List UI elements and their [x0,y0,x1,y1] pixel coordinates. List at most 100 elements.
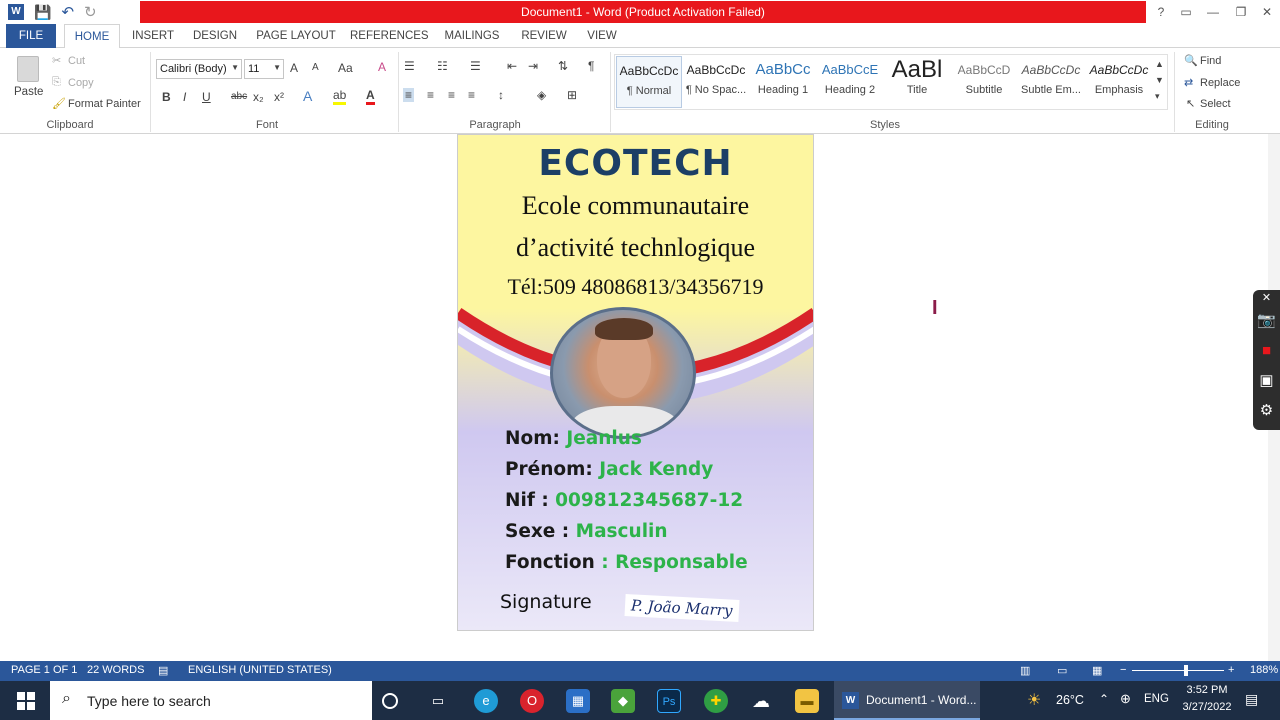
tab-home[interactable]: HOME [64,24,120,49]
word-count[interactable]: 22 WORDS [87,664,144,676]
text-effects-icon[interactable]: A [303,88,312,104]
font-name-select[interactable]: Calibri (Body) ▼ [156,59,242,79]
italic-button[interactable]: I [183,90,186,104]
web-layout-icon[interactable]: ▦ [1092,664,1102,677]
file-explorer-icon[interactable]: ▬ [795,689,819,713]
close-icon[interactable]: ✕ [1253,290,1280,306]
gallery-icon[interactable]: ▣ [1253,366,1280,396]
subscript-button[interactable]: x₂ [253,90,264,104]
taskbar-search[interactable]: ⌕ Type here to search [50,681,372,720]
language-indicator[interactable]: ENG [1144,693,1169,705]
network-icon[interactable]: ⊕ [1120,691,1131,707]
chevron-up-icon[interactable]: ⌃ [1099,692,1109,706]
bold-button[interactable]: B [162,90,171,104]
tab-references[interactable]: REFERENCES [350,24,429,48]
align-left-icon[interactable]: ≡ [403,88,415,102]
style-no-spacing[interactable]: AaBbCcDc ¶ No Spac... [683,56,749,108]
cut-button[interactable]: Cut [68,55,85,67]
gear-icon[interactable]: ⚙ [1253,396,1280,426]
close-button[interactable]: ✕ [1256,3,1278,21]
redo-icon[interactable]: ↻ [84,3,97,21]
photoshop-icon[interactable]: Ps [657,689,681,713]
multilevel-list-icon[interactable]: ☰ [470,59,481,73]
sort-icon[interactable]: ⇅ [558,59,568,73]
style-subtitle[interactable]: AaBbCcD Subtitle [951,56,1017,108]
restore-button[interactable]: ❐ [1230,3,1252,21]
find-button[interactable]: Find [1200,55,1221,67]
temperature[interactable]: 26°C [1056,693,1084,707]
strikethrough-button[interactable]: abc [231,91,247,102]
align-center-icon[interactable]: ≡ [427,88,434,102]
line-spacing-icon[interactable]: ↕ [498,88,504,102]
decrease-indent-icon[interactable]: ⇤ [507,59,517,73]
styles-more-icon[interactable]: ▲ ▼ ▾ [1155,56,1164,104]
tab-file[interactable]: FILE [6,24,56,48]
page-count[interactable]: PAGE 1 OF 1 [11,664,77,676]
zoom-out-button[interactable]: − [1120,664,1126,676]
edge-icon[interactable]: e [474,689,498,713]
start-icon[interactable] [17,692,35,710]
onedrive-icon[interactable]: ☁ [749,689,773,713]
grow-font-button[interactable]: A [290,61,298,75]
find-icon[interactable]: 🔍 [1184,54,1198,67]
clock-time[interactable]: 3:52 PM [1180,684,1234,696]
select-icon[interactable]: ↖ [1186,97,1195,110]
store-icon[interactable]: ▦ [566,689,590,713]
format-painter-button[interactable]: Format Painter [68,98,141,110]
underline-button[interactable]: U [202,90,211,104]
format-painter-icon[interactable]: 🖌 [52,97,66,110]
id-card-image[interactable]: ECOTECH Ecole communautaire d’activité t… [457,134,814,631]
weather-icon[interactable]: ☀ [1027,690,1041,710]
zoom-slider[interactable] [1132,670,1224,671]
notification-icon[interactable]: ▤ [1245,691,1258,708]
cortana-icon[interactable] [382,693,398,709]
tab-insert[interactable]: INSERT [128,24,178,48]
proofing-icon[interactable]: ▤ [158,664,168,677]
replace-icon[interactable]: ⇄ [1184,76,1193,89]
numbering-icon[interactable]: ☷ [437,59,448,73]
zoom-in-button[interactable]: + [1228,664,1234,676]
bullets-icon[interactable]: ☰ [404,59,415,73]
clear-formatting-icon[interactable]: A [378,60,386,74]
zoom-thumb[interactable] [1184,665,1188,676]
tab-view[interactable]: VIEW [582,24,622,48]
minimize-button[interactable]: — [1202,3,1224,21]
language-label[interactable]: ENGLISH (UNITED STATES) [188,664,332,676]
tab-design[interactable]: DESIGN [188,24,242,48]
style-emphasis[interactable]: AaBbCcDc Emphasis [1086,56,1152,108]
word-taskbar-button[interactable]: W Document1 - Word... [834,681,980,720]
read-mode-icon[interactable]: ▥ [1020,664,1030,677]
style-title[interactable]: AaBl Title [884,56,950,108]
opera-icon[interactable]: O [520,689,544,713]
select-button[interactable]: Select [1200,98,1231,110]
cut-icon[interactable]: ✂ [52,54,61,67]
help-icon[interactable]: ? [1150,3,1172,21]
change-case-button[interactable]: Aa [338,61,353,75]
increase-indent-icon[interactable]: ⇥ [528,59,538,73]
font-size-select[interactable]: 11 ▼ [244,59,284,79]
tab-page-layout[interactable]: PAGE LAYOUT [252,24,340,48]
superscript-button[interactable]: x² [274,90,284,104]
camtasia-icon[interactable]: ✚ [704,689,728,713]
align-right-icon[interactable]: ≡ [448,88,455,102]
save-icon[interactable]: 💾 [34,4,51,21]
zoom-level[interactable]: 188% [1250,664,1278,676]
font-color-icon[interactable]: A [366,88,375,105]
highlight-icon[interactable]: ab [333,88,347,105]
style-heading-1[interactable]: AaBbCc Heading 1 [750,56,816,108]
clock-date[interactable]: 3/27/2022 [1175,701,1239,713]
copy-icon[interactable]: ⎘ [52,76,61,89]
copy-button[interactable]: Copy [68,77,94,89]
shading-icon[interactable]: ◈ [537,88,546,102]
style-normal[interactable]: AaBbCcDc ¶ Normal [616,56,682,108]
tab-mailings[interactable]: MAILINGS [440,24,504,48]
replace-button[interactable]: Replace [1200,77,1240,89]
borders-icon[interactable]: ⊞ [567,88,577,102]
style-heading-2[interactable]: AaBbCcE Heading 2 [817,56,883,108]
record-icon[interactable]: ■ [1253,336,1280,366]
show-marks-icon[interactable]: ¶ [588,59,594,73]
camera-icon[interactable]: 📷 [1253,306,1280,336]
tab-review[interactable]: REVIEW [516,24,572,48]
task-view-icon[interactable]: ▭ [426,689,450,713]
undo-icon[interactable]: ↶ [61,3,74,21]
